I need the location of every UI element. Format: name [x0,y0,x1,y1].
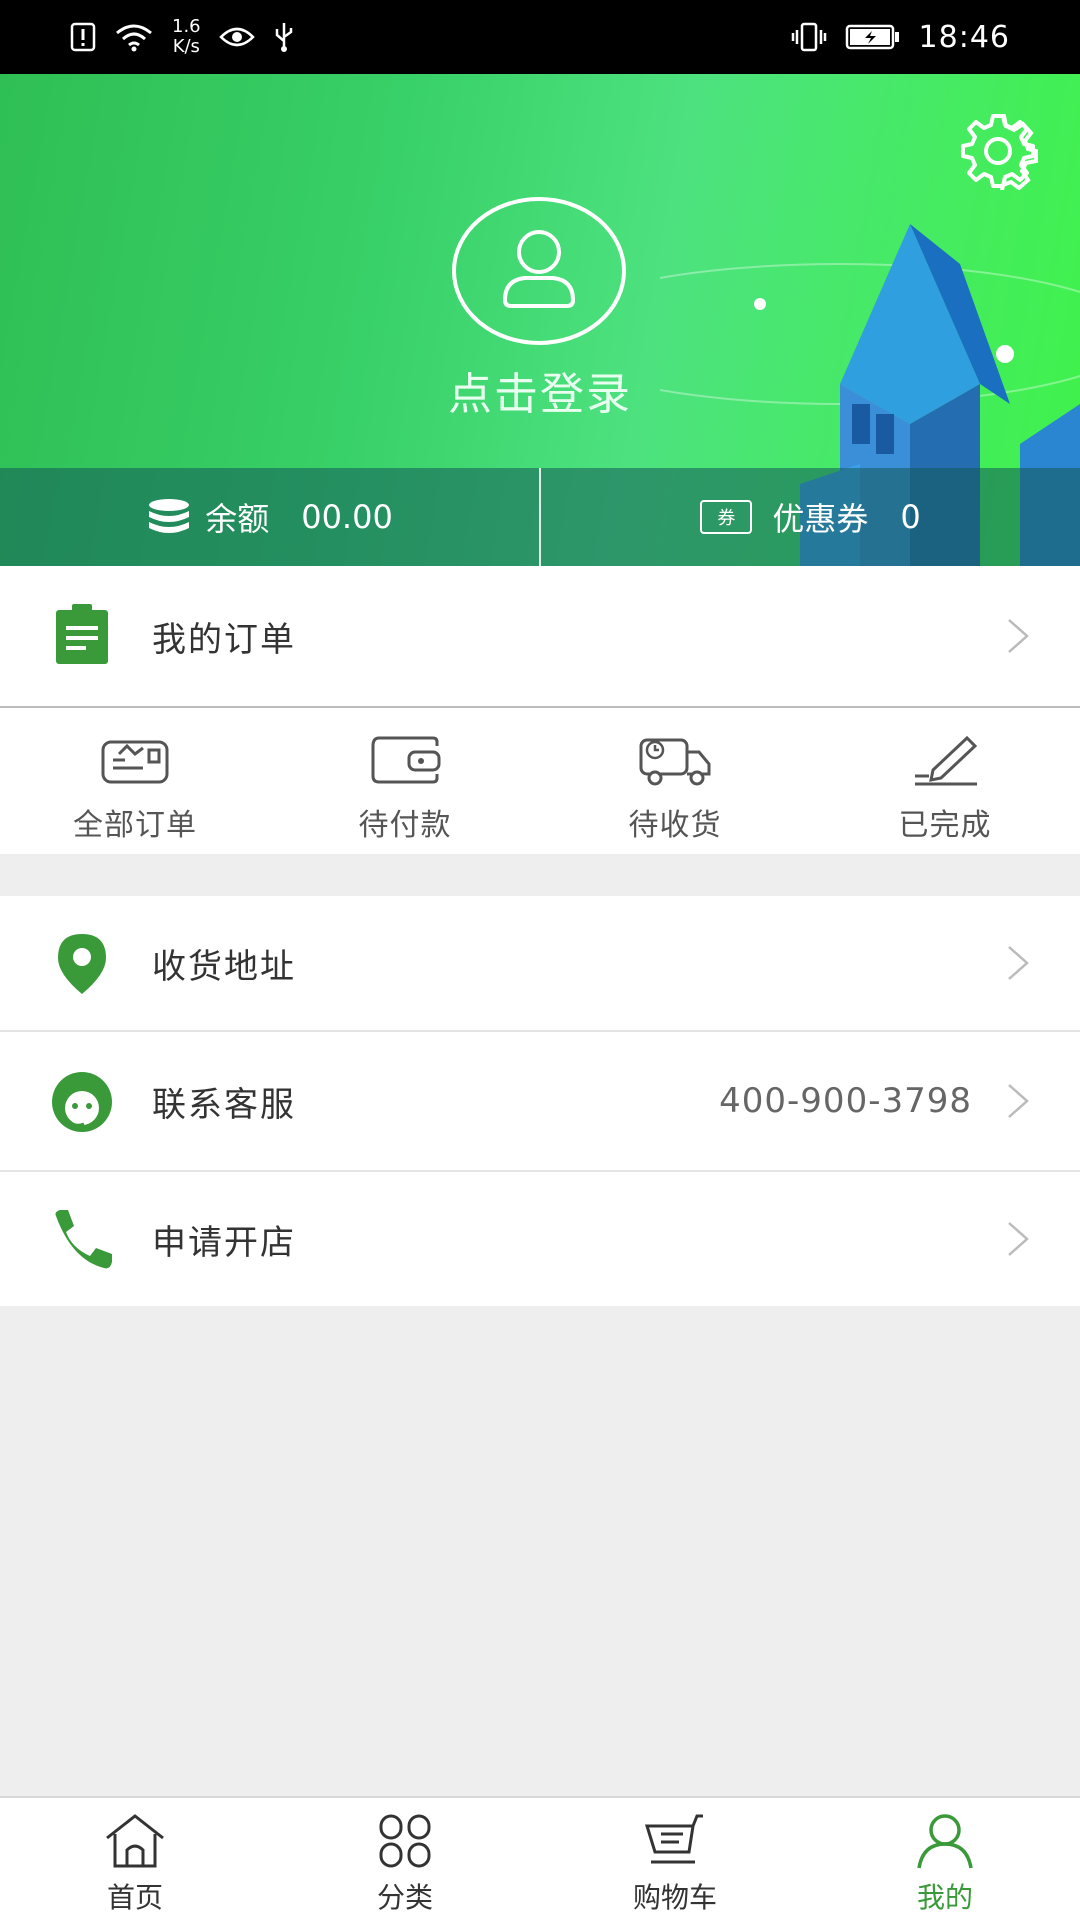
all-orders-icon [101,740,169,784]
status-right: 18:46 [791,14,1010,60]
balance-bar: 余额 00.00 券 优惠券 0 [0,468,1080,566]
tab-completed[interactable]: 已完成 [810,708,1080,856]
apply-open-shop-label: 申请开店 [152,1222,296,1263]
tab-all-orders-label: 全部订单 [73,808,197,843]
coupon-value: 0 [900,498,921,536]
avatar-icon[interactable] [451,196,627,346]
shopping-cart-icon [644,1814,703,1864]
chevron-right-icon [1008,1084,1029,1118]
balance-section[interactable]: 余额 00.00 [0,468,540,566]
coins-icon [149,499,190,533]
tab-pending-payment[interactable]: 待付款 [270,708,540,856]
nav-mine[interactable]: 我的 [810,1798,1080,1920]
alert-icon [70,22,96,52]
customer-service-label: 联系客服 [152,1084,296,1125]
eye-icon [218,27,255,47]
nav-home-label: 首页 [106,1881,163,1914]
nav-home[interactable]: 首页 [0,1798,270,1920]
tab-pending-receipt-label: 待收货 [628,808,722,843]
login-prompt[interactable]: 点击登录 [0,358,1080,422]
apply-open-shop-row[interactable]: 申请开店 [0,1172,1080,1306]
tab-pending-payment-label: 待付款 [358,808,452,843]
chevron-right-icon [1008,946,1029,980]
network-speed: 1.6 K/s [172,17,201,57]
delivery-truck-icon [639,738,711,786]
tab-all-orders[interactable]: 全部订单 [0,708,270,856]
shipping-address-row[interactable]: 收货地址 [0,896,1080,1030]
home-icon [106,1814,164,1868]
order-status-tabs: 全部订单 待付款 待收货 已完成 [0,706,1080,854]
coupon-icon: 券 [700,500,753,534]
wallet-icon [371,736,441,784]
coupon-label: 优惠券 [772,500,869,538]
status-left: 1.6 K/s [70,14,295,60]
coupon-section[interactable]: 券 优惠券 0 [541,468,1080,566]
tab-completed-label: 已完成 [898,808,992,843]
chevron-right-icon [1008,1222,1029,1256]
shipping-address-label: 收货地址 [152,946,296,987]
service-phone-number: 400-900-3798 [719,1081,972,1121]
bottom-navigation: 首页 分类 购物车 我的 [0,1796,1080,1920]
user-icon [917,1814,973,1869]
customer-service-row[interactable]: 联系客服 400-900-3798 [0,1032,1080,1170]
nav-mine-label: 我的 [916,1881,973,1914]
status-bar: 1.6 K/s 18:46 [0,0,1080,74]
profile-header: 点击登录 余额 00.00 券 优惠券 0 [0,74,1080,566]
clock: 18:46 [918,19,1010,55]
battery-icon [845,24,899,50]
tab-pending-receipt[interactable]: 待收货 [540,708,810,856]
vibrate-icon [791,22,826,52]
nav-cart[interactable]: 购物车 [540,1798,810,1920]
customer-service-icon [52,1072,112,1132]
nav-cart-label: 购物车 [632,1881,717,1914]
settings-gear-icon[interactable] [958,110,1038,190]
speed-value: 1.6 [172,16,201,37]
chevron-right-icon [1008,619,1029,653]
phone-icon [55,1210,112,1269]
balance-label: 余额 [205,500,270,538]
nav-category[interactable]: 分类 [270,1798,540,1920]
my-orders-row[interactable]: 我的订单 [0,566,1080,706]
clipboard-icon [56,604,108,664]
location-pin-icon [58,934,106,994]
nav-category-label: 分类 [376,1881,433,1914]
wifi-icon [116,24,152,52]
speed-unit: K/s [172,36,200,57]
pen-icon [915,735,978,786]
category-grid-icon [379,1814,431,1868]
my-orders-label: 我的订单 [152,619,296,660]
balance-value: 00.00 [301,498,393,536]
usb-icon [275,23,292,52]
